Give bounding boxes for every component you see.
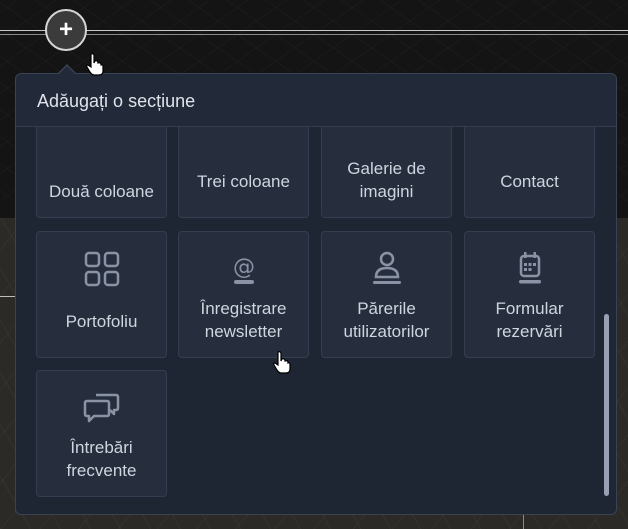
tile-newsletter[interactable]: @ Înregistrare newsletter — [178, 231, 309, 358]
chat-bubbles-icon — [83, 393, 119, 423]
tile-two-columns[interactable]: Două coloane — [36, 127, 167, 218]
add-section-button[interactable]: + — [45, 9, 87, 51]
tile-contact[interactable]: Contact — [464, 127, 595, 218]
tile-portfolio[interactable]: Portofoliu — [36, 231, 167, 358]
panel-title: Adăugați o secțiune — [37, 91, 196, 111]
column-guide-line — [523, 515, 524, 529]
tile-label: Contact — [500, 172, 559, 191]
tile-label: Portofoliu — [65, 312, 138, 331]
tile-label: Trei coloane — [197, 172, 290, 191]
tile-label: Înregistrare newsletter — [200, 299, 287, 341]
panel-caret-inner — [59, 66, 75, 74]
calendar-icon — [518, 252, 541, 284]
hand-cursor-icon — [273, 351, 291, 374]
tile-label: Părerile utilizatorilor — [343, 299, 430, 341]
tile-image-gallery[interactable]: Galerie de imagini — [321, 127, 452, 218]
user-icon — [372, 251, 401, 284]
scrollbar-thumb[interactable] — [604, 314, 609, 496]
section-list[interactable]: Două coloane Trei coloane Galerie de ima… — [16, 127, 616, 514]
at-sign-icon: @ — [233, 255, 255, 284]
grid-icon — [84, 251, 119, 287]
hand-cursor-icon — [86, 53, 104, 76]
svg-text:@: @ — [233, 255, 255, 280]
tile-label: Galerie de imagini — [347, 159, 426, 201]
tile-testimonials[interactable]: Părerile utilizatorilor — [321, 231, 452, 358]
tile-label: Formular rezervări — [495, 299, 564, 341]
tile-label: Două coloane — [49, 182, 154, 201]
panel-header: Adăugați o secțiune — [16, 74, 616, 127]
tile-faq[interactable]: Întrebări frecvente — [36, 370, 167, 497]
tile-label: Întrebări frecvente — [66, 438, 137, 480]
section-divider — [0, 30, 628, 35]
tile-three-columns[interactable]: Trei coloane — [178, 127, 309, 218]
add-section-panel: Adăugați o secțiune Două coloane Trei co… — [15, 73, 617, 515]
tile-booking-form[interactable]: Formular rezervări — [464, 231, 595, 358]
